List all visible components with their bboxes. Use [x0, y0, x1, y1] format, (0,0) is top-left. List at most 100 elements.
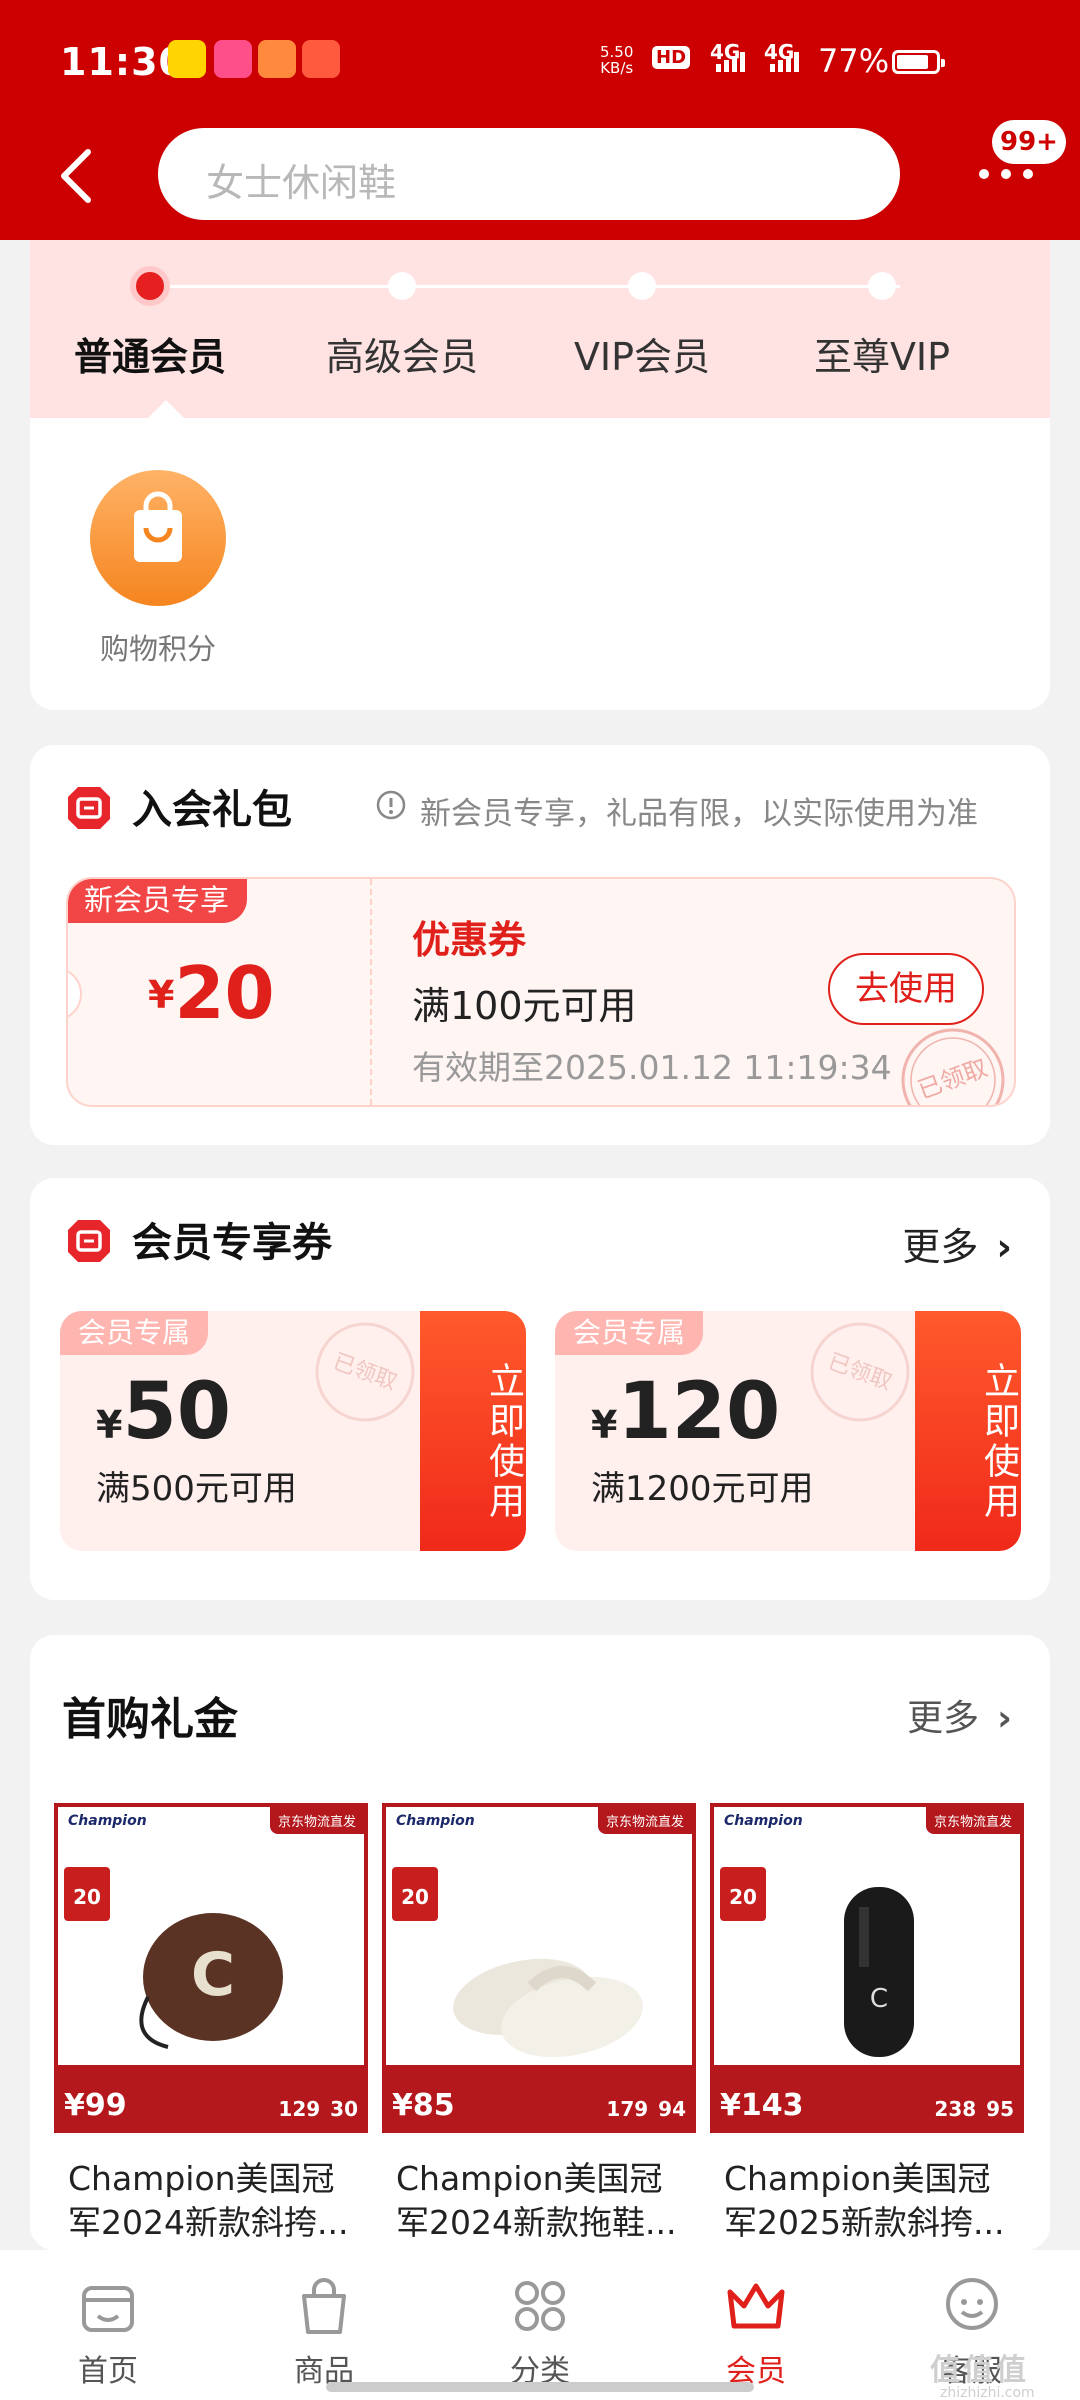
net-speed: 5.50 KB/s — [600, 43, 634, 77]
battery-icon — [892, 50, 945, 74]
level-pointer — [148, 400, 184, 418]
join-gift-card: 入会礼包 新会员专享，礼品有限，以实际使用为准 新会员专享 ¥20 优惠券 满1… — [30, 745, 1050, 1145]
chevron-right-icon: › — [996, 1225, 1012, 1269]
notification-app-icon-2 — [214, 40, 252, 78]
coupon-title: 优惠券 — [412, 918, 527, 962]
member-coupon-title: 会员专享券 — [132, 1220, 332, 1266]
product-image[interactable]: Champion 京东物流直发 20 C ¥143 238 95 — [710, 1803, 1024, 2133]
watermark-logo: 值值值 — [930, 2353, 1029, 2388]
tab-member[interactable]: 会员 — [676, 2274, 836, 2390]
points-benefit-label: 购物积分 — [99, 632, 216, 666]
claimed-stamp-icon: 已领取 — [810, 1322, 910, 1422]
tab-products[interactable]: 商品 — [244, 2274, 404, 2390]
level-dot — [388, 272, 416, 300]
product-name: Champion美国冠军2024新款斜挎... — [68, 2159, 349, 2242]
coupon-amount: ¥120 — [591, 1367, 781, 1457]
coupon-badge: 20 — [64, 1867, 110, 1921]
shopping-bag-icon[interactable] — [90, 470, 226, 606]
coupon-tag: 会员专属 — [555, 1311, 704, 1355]
first-purchase-more-link[interactable]: 更多 › — [907, 1689, 1012, 1741]
product-image[interactable]: Champion 京东物流直发 20 ¥85 179 94 — [382, 1803, 696, 2133]
crown-icon — [727, 2283, 785, 2329]
chevron-right-icon: › — [997, 1698, 1012, 1739]
coupon-tag: 新会员专享 — [68, 879, 248, 923]
product-image[interactable]: Champion 京东物流直发 20 C ¥99 129 30 — [54, 1803, 368, 2133]
gift-section-title: 入会礼包 — [132, 787, 292, 833]
member-coupon-card: 会员专享券 更多 › 会员专属 已领取 ¥50 满500元可用 立即使用 会员专属… — [30, 1178, 1050, 1600]
chat-face-icon — [946, 2278, 998, 2330]
price-strip: ¥85 179 94 — [386, 2065, 692, 2129]
level-dot-active — [130, 266, 170, 306]
product-deal-info: 129 30 — [278, 2097, 358, 2121]
svg-text:已领取: 已领取 — [914, 1054, 991, 1105]
brand-logo: Champion — [724, 1813, 803, 1829]
svg-text:已领取: 已领取 — [330, 1349, 401, 1395]
store-icon — [82, 2286, 134, 2332]
gift-note: 新会员专享，礼品有限，以实际使用为准 — [420, 796, 978, 832]
hd-icon: HD — [652, 46, 691, 69]
use-coupon-button[interactable]: 去使用 — [828, 953, 984, 1025]
notification-app-icon-1 — [168, 40, 206, 78]
product-price: ¥143 — [720, 2088, 804, 2123]
signal-icon — [770, 52, 799, 72]
tab-categories[interactable]: 分类 — [460, 2274, 620, 2390]
coupon-badge: 20 — [720, 1867, 766, 1921]
use-now-button[interactable]: 立即使用 — [420, 1311, 526, 1551]
brand-logo: Champion — [68, 1813, 147, 1829]
coupon-validity: 有效期至2025.01.12 11:19:34 — [412, 1048, 892, 1087]
product-card[interactable]: Champion 京东物流直发 20 ¥85 179 94 Champion美国冠… — [382, 1803, 696, 2245]
signal-icon — [716, 52, 745, 72]
use-now-button[interactable]: 立即使用 — [915, 1311, 1021, 1551]
member-level-card: 普通会员 高级会员 VIP会员 至尊VIP 购物积分 — [30, 240, 1050, 710]
message-badge: 99+ — [992, 120, 1066, 164]
product-deal-info: 238 95 — [934, 2097, 1014, 2121]
search-input[interactable]: 女士休闲鞋 — [158, 128, 900, 220]
tab-level-senior[interactable]: 高级会员 — [292, 326, 512, 381]
coupon-amount: ¥50 — [96, 1367, 231, 1457]
ticket-icon — [68, 1220, 110, 1262]
member-coupon-item: 会员专属 已领取 ¥50 满500元可用 立即使用 — [60, 1311, 526, 1551]
tab-home[interactable]: 首页 — [28, 2274, 188, 2390]
bottom-tab-bar: 首页 商品 分类 会员 客服 — [0, 2250, 1080, 2400]
coupon-condition: 满1200元可用 — [591, 1469, 814, 1509]
sling-bag-image: C — [844, 1887, 914, 2057]
coupon-amount: ¥20 — [148, 951, 275, 1035]
info-icon — [376, 790, 406, 820]
svg-text:C: C — [191, 1940, 235, 2010]
battery-percent: 77% — [818, 42, 890, 80]
level-dot — [868, 272, 896, 300]
claimed-stamp-icon: 已领取 — [315, 1322, 415, 1422]
member-coupon-item: 会员专属 已领取 ¥120 满1200元可用 立即使用 — [555, 1311, 1021, 1551]
coupon-notch — [68, 967, 82, 1021]
tab-level-normal[interactable]: 普通会员 — [40, 326, 260, 381]
watermark-url: zhizhizhi.com — [940, 2385, 1035, 2400]
first-purchase-title: 首购礼金 — [62, 1694, 238, 1745]
brand-logo: Champion — [396, 1813, 475, 1829]
notification-app-icon-3 — [258, 40, 296, 78]
coupon-badge: 20 — [392, 1867, 438, 1921]
tab-level-vip[interactable]: VIP会员 — [532, 326, 752, 381]
slipper-image — [453, 1958, 643, 2058]
ticket-icon — [68, 787, 110, 829]
price-strip: ¥143 238 95 — [714, 2065, 1020, 2129]
claimed-stamp-icon: 已领取 — [901, 1028, 1005, 1105]
top-header: 11:30 5.50 KB/s HD 4G 4G 77% 女士休闲鞋 99+ — [0, 0, 1080, 240]
product-card[interactable]: Champion 京东物流直发 20 C ¥143 238 95 Champion… — [710, 1803, 1024, 2245]
notification-app-icon-4 — [302, 40, 340, 78]
product-name: Champion美国冠军2024新款拖鞋... — [396, 2159, 677, 2242]
more-menu-icon[interactable] — [976, 164, 1036, 184]
coupon-condition: 满100元可用 — [412, 984, 637, 1028]
product-name: Champion美国冠军2025新款斜挎... — [724, 2159, 1005, 2242]
product-deal-info: 179 94 — [606, 2097, 686, 2121]
member-coupon-more-link[interactable]: 更多 › — [902, 1216, 1012, 1271]
grid-icon — [515, 2281, 565, 2331]
level-dot — [628, 272, 656, 300]
coupon-condition: 满500元可用 — [96, 1469, 297, 1509]
gift-coupon: 新会员专享 ¥20 优惠券 满100元可用 有效期至2025.01.12 11:… — [66, 877, 1016, 1107]
back-arrow-icon[interactable] — [52, 146, 102, 206]
product-card[interactable]: Champion 京东物流直发 20 C ¥99 129 30 Champion美… — [54, 1803, 368, 2245]
home-indicator[interactable] — [326, 2382, 754, 2392]
tab-level-supreme-vip[interactable]: 至尊VIP — [772, 326, 992, 381]
status-bar: 11:30 5.50 KB/s HD 4G 4G 77% — [0, 0, 1080, 125]
svg-text:已领取: 已领取 — [825, 1349, 896, 1395]
